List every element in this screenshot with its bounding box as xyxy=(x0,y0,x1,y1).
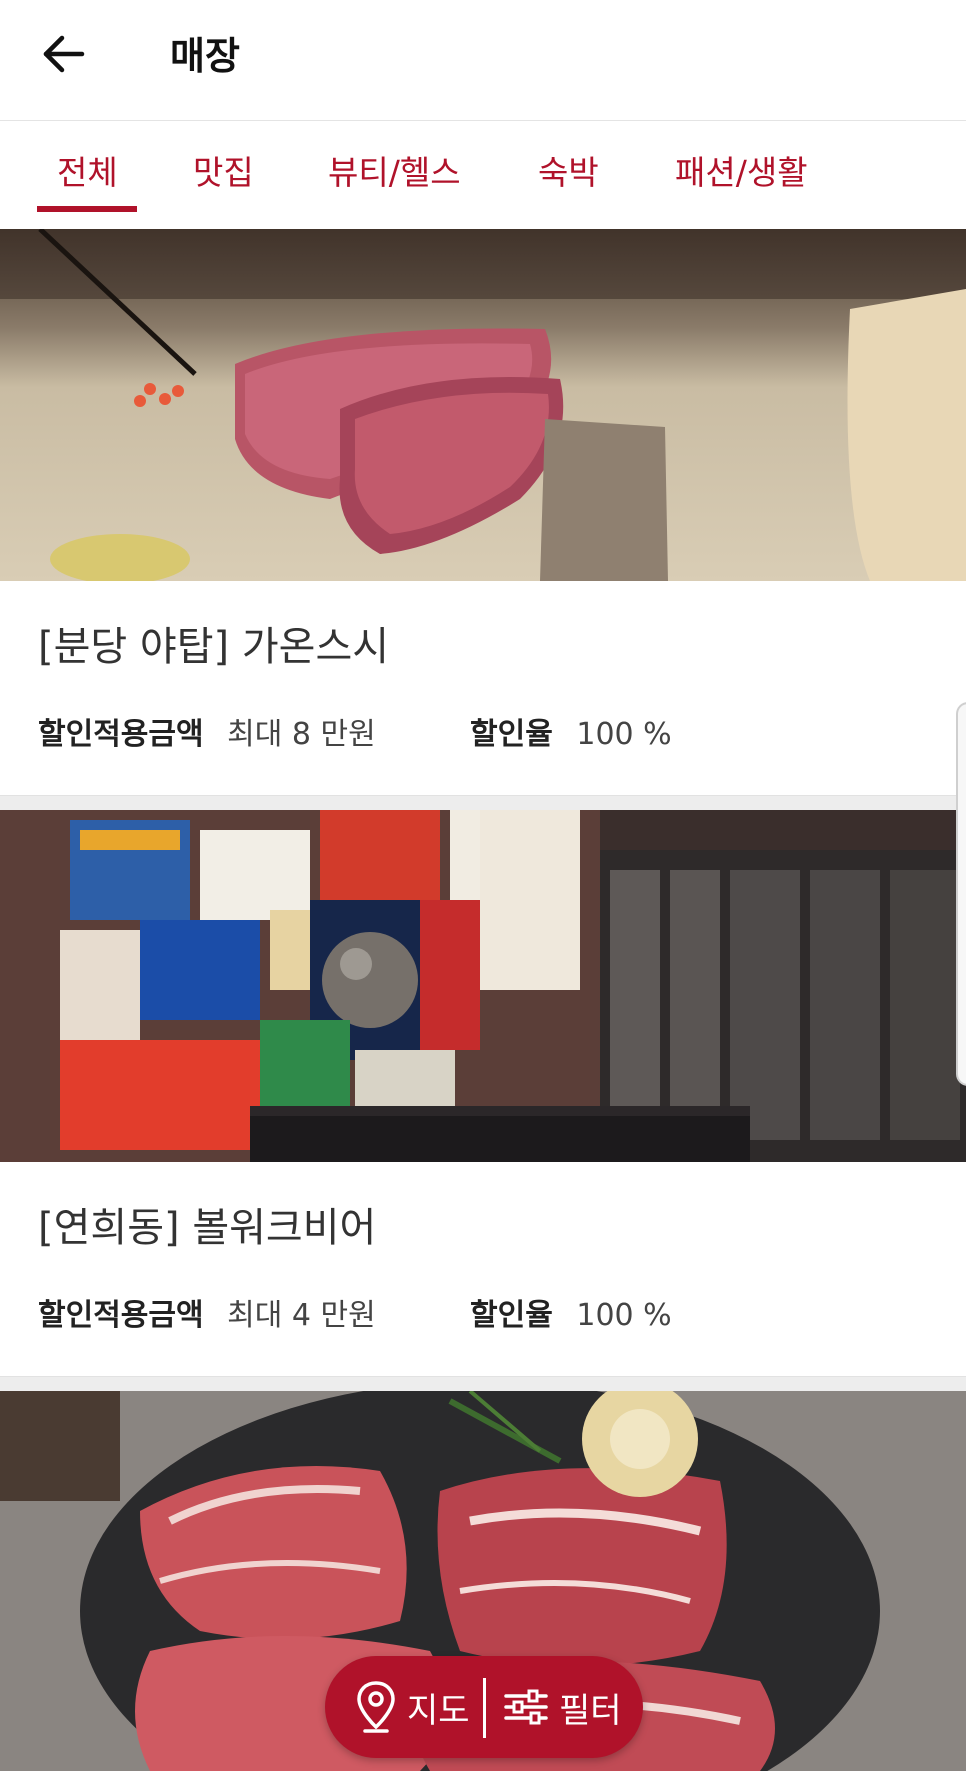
map-filter-fab: 지도 필터 xyxy=(325,1656,643,1758)
map-pin-icon xyxy=(357,1681,395,1733)
tab-beauty-health[interactable]: 뷰티/헬스 xyxy=(328,149,461,197)
category-tabs: 전체 맛집 뷰티/헬스 숙박 패션/생활 xyxy=(0,121,966,229)
discount-rate: 할인율 100 % xyxy=(470,713,672,757)
sliders-icon xyxy=(504,1689,548,1725)
store-card[interactable]: [연희동] 볼워크비어 할인적용금액 최대 4 만원 할인율 100 % xyxy=(0,810,966,1377)
tab-restaurants[interactable]: 맛집 xyxy=(193,149,254,197)
back-button[interactable] xyxy=(36,28,96,88)
app-header: 매장 xyxy=(0,0,966,121)
discount-amount-label: 할인적용금액 xyxy=(38,1298,204,1333)
fab-divider xyxy=(483,1678,486,1738)
discount-rate-label: 할인율 xyxy=(470,1298,553,1333)
arrow-left-icon xyxy=(43,35,85,73)
discount-amount-label: 할인적용금액 xyxy=(38,717,204,752)
discount-rate-value: 100 % xyxy=(576,1298,672,1333)
discount-rate-value: 100 % xyxy=(576,717,672,752)
store-card[interactable]: [분당 야탑] 가온스시 할인적용금액 최대 8 만원 할인율 100 % xyxy=(0,229,966,796)
tab-all[interactable]: 전체 xyxy=(57,149,118,197)
tab-fashion-living[interactable]: 패션/생활 xyxy=(675,149,808,197)
discount-amount: 할인적용금액 최대 8 만원 xyxy=(38,713,376,757)
map-button[interactable]: 지도 xyxy=(355,1656,470,1758)
store-name: [분당 야탑] 가온스시 xyxy=(38,624,390,670)
discount-rate: 할인율 100 % xyxy=(470,1294,672,1338)
store-photo xyxy=(0,810,966,1162)
page-title: 매장 xyxy=(170,34,240,78)
store-photo xyxy=(0,229,966,581)
map-label: 지도 xyxy=(407,1690,470,1731)
discount-rate-label: 할인율 xyxy=(470,717,553,752)
filter-label: 필터 xyxy=(559,1690,622,1731)
store-name: [연희동] 볼워크비어 xyxy=(38,1205,377,1251)
tab-lodging[interactable]: 숙박 xyxy=(538,149,599,197)
scroll-handle[interactable] xyxy=(956,702,966,1086)
discount-amount-value: 최대 8 만원 xyxy=(227,717,376,752)
discount-amount: 할인적용금액 최대 4 만원 xyxy=(38,1294,376,1338)
active-tab-indicator xyxy=(37,206,137,212)
filter-button[interactable]: 필터 xyxy=(503,1656,622,1758)
discount-amount-value: 최대 4 만원 xyxy=(227,1298,376,1333)
